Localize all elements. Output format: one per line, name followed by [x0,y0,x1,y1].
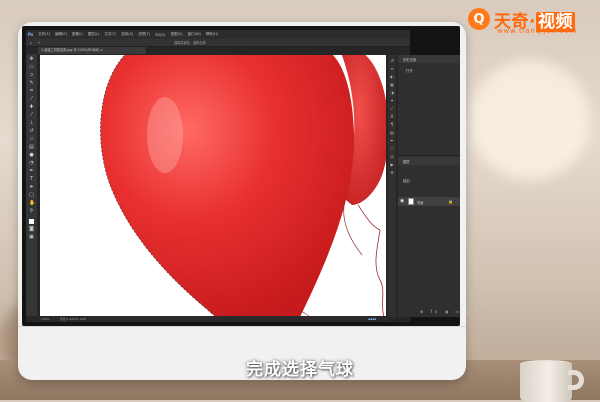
menu-item[interactable]: 视图(V) [170,32,182,37]
document-tab[interactable]: 1-创建工具的应用.jpg @ 100%(RGB/8) × [38,47,146,54]
main-balloon [100,55,355,317]
balloon-image [100,55,386,317]
gradient-tool-icon[interactable]: ▤ [29,145,34,150]
brush-tool-icon[interactable]: ⁄ [29,113,34,118]
hand-tool-icon[interactable]: ✋ [29,201,35,206]
visibility-eye-icon[interactable]: ◉ [400,198,404,204]
photoshop-window: Ps 文件(F) 编辑(E) 图像(I) 图层(L) 文字(Y) 选择(S) 滤… [26,30,410,322]
history-panel-icon[interactable]: ↺ [390,59,394,63]
menu-item[interactable]: 文字(Y) [104,32,116,37]
tianqi-logo-icon: Q [468,8,490,30]
shape-tool-icon[interactable]: ▢ [29,193,34,198]
foreground-color-swatch[interactable] [29,219,34,224]
taskbar-icons: ▪▪▪▪ [368,317,377,321]
right-panels [398,55,460,317]
paragraph-panel-icon[interactable]: ¶ [390,123,394,127]
zoom-tool-icon[interactable]: ⚲ [29,209,34,214]
dodge-tool-icon[interactable]: ◔ [29,161,34,166]
menu-item[interactable]: 帮助(H) [206,32,218,37]
monitor-chin-divider [18,326,466,327]
menu-bar: Ps 文件(F) 编辑(E) 图像(I) 图层(L) 文字(Y) 选择(S) 滤… [26,30,410,39]
lock-label: 锁定: [403,179,411,183]
lasso-tool-icon[interactable]: ↄ [29,73,34,78]
balloon-string [357,204,385,317]
crop-tool-icon[interactable]: ⌗ [29,89,34,94]
move-tool-icon[interactable]: ✥ [29,57,34,62]
history-panel-title[interactable]: 历史记录 [403,57,416,62]
balloon-highlight [147,97,183,173]
type-tool-icon[interactable]: T [29,177,34,182]
menu-item[interactable]: 图层(L) [88,32,100,37]
adjustments-panel-icon[interactable]: ◑ [390,91,394,95]
pen-tool-icon[interactable]: ✒ [29,169,34,174]
zoom-level[interactable]: 100% [41,317,50,321]
character-panel-icon[interactable]: A [390,115,394,119]
menu-item[interactable]: 窗口(W) [188,32,201,37]
video-subtitle: 完成选择气球 [246,360,354,380]
photoshop-app-icon[interactable]: Ps [28,32,33,37]
panel-divider [398,155,460,156]
quick-selection-tool-icon[interactable]: ✎ [38,41,41,45]
layer-name[interactable]: 背景 [417,200,424,205]
menu-item[interactable]: 图像(I) [72,32,83,37]
quick-select-tool-icon[interactable]: ✎ [29,81,34,86]
select-and-mask-button[interactable]: 选择并遮住 · 选择主体 [174,40,206,45]
brush-panel-icon[interactable]: ⁄ [390,107,394,111]
actions-panel-icon[interactable]: ▶ [390,163,394,167]
healing-tool-icon[interactable]: ✚ [29,105,34,110]
balloon-string [343,199,363,256]
info-panel-icon[interactable]: ⓘ [390,147,394,151]
styles-panel-icon[interactable]: ✦ [390,99,394,103]
quick-mask-icon[interactable]: ◙ [29,227,34,232]
brand-url: www.tianqijun.com [497,27,578,35]
tool-presets-icon[interactable]: ⚙ [390,171,394,175]
eyedropper-tool-icon[interactable]: ⁄ [29,97,34,102]
home-icon[interactable]: ⌂ [30,41,32,45]
menu-item[interactable]: 编辑(E) [55,32,67,37]
navigator-panel-icon[interactable]: ◎ [390,155,394,159]
tools-panel: ✥ ▭ ↄ ✎ ⌗ ⁄ ✚ ⁄ ⊥ ↺ ▱ ▤ ● ◔ ✒ T ➤ ▢ ✋ ⚲ … [26,54,37,316]
background-light-blob [470,60,590,180]
status-bar: 100% 文档:1.40M/1.40M ▪▪▪▪ [38,316,386,322]
menu-item[interactable]: 选择(S) [121,32,133,37]
document-size: 文档:1.40M/1.40M [59,317,87,321]
lock-icon: 🔒 [448,199,453,204]
layers-panel-title[interactable]: 图层 [403,159,410,164]
paths-panel-icon[interactable]: ✒ [390,139,394,143]
options-bar: ⌂ ✎ 选择并遮住 · 选择主体 [26,39,410,47]
layer-actions-icons[interactable]: ⊕ fx ◑ ▭ ▦ 🗑 [420,309,486,314]
marquee-tool-icon[interactable]: ▭ [29,65,34,70]
path-select-tool-icon[interactable]: ➤ [29,185,34,190]
stamp-tool-icon[interactable]: ⊥ [29,121,34,126]
swatches-panel-icon[interactable]: ▦ [390,83,394,87]
screen-mode-icon[interactable]: ▣ [29,235,34,240]
blur-tool-icon[interactable]: ● [29,153,34,158]
channels-panel-icon[interactable]: ▤ [390,131,394,135]
menu-item[interactable]: 滤镜(T) [138,32,150,37]
menu-item[interactable]: 文件(F) [38,32,50,37]
layer-thumbnail [408,198,414,205]
color-panel-icon[interactable]: ◐ [390,75,394,79]
history-brush-tool-icon[interactable]: ↺ [29,129,34,134]
eraser-tool-icon[interactable]: ▱ [29,137,34,142]
menu-item[interactable]: 3D(D) [155,33,165,37]
history-item[interactable]: 打开 [406,68,413,73]
properties-panel-icon[interactable]: ≡ [390,67,394,71]
image-canvas[interactable] [40,55,386,317]
panel-icon-strip: ↺ ≡ ◐ ▦ ◑ ✦ ⁄ A ¶ ▤ ✒ ⓘ ◎ ▶ ⚙ [388,55,396,317]
